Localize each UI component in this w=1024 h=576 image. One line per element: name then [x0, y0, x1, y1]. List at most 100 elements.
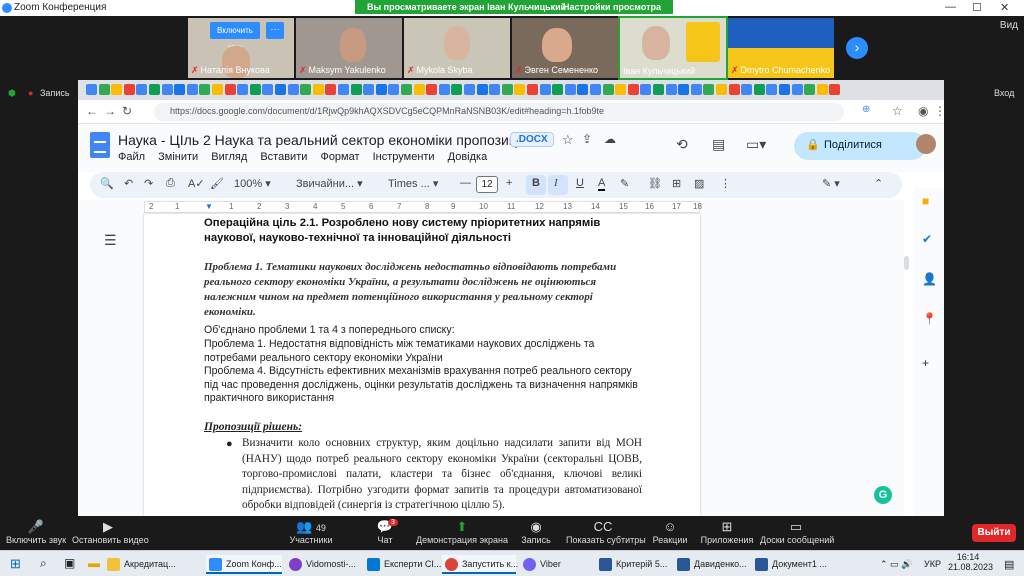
subtitles-button[interactable]: CC Показать субтитры: [566, 519, 646, 545]
browser-tab-icon[interactable]: [451, 84, 463, 95]
menu-help[interactable]: Довідка: [448, 151, 488, 163]
increase-font-icon[interactable]: +: [506, 177, 512, 189]
collapse-toolbar-icon[interactable]: ⌃: [874, 177, 883, 190]
browser-tab-icon[interactable]: [804, 84, 816, 95]
browser-tab-icon[interactable]: [249, 84, 261, 95]
browser-tab-icon[interactable]: [123, 84, 135, 95]
browser-tab-icon[interactable]: [275, 84, 286, 95]
image-icon[interactable]: ▨: [694, 177, 704, 190]
explorer-icon[interactable]: ▬: [88, 556, 100, 570]
browser-tab-icon[interactable]: [350, 84, 362, 95]
browser-tab-icon[interactable]: [426, 84, 438, 95]
tray-icons[interactable]: ⌃ ▭ 🔊: [880, 559, 912, 570]
taskbar-item-chrome[interactable]: Запустить к...: [442, 555, 518, 574]
windows-start-icon[interactable]: ⊞: [10, 556, 21, 572]
browser-tab-icon[interactable]: [262, 84, 274, 95]
record-button[interactable]: ◉ Запись: [516, 519, 556, 545]
browser-tab-icon[interactable]: [527, 84, 538, 95]
browser-tab-icon[interactable]: [816, 84, 828, 95]
keep-icon[interactable]: ■: [922, 194, 929, 208]
taskbar-item-zoom[interactable]: Zoom Конф...: [206, 555, 282, 574]
browser-tab-icon[interactable]: [627, 84, 639, 95]
forward-icon[interactable]: →: [104, 104, 116, 118]
participant-tile[interactable]: ✗ Dmytro Chumachenko: [728, 18, 834, 78]
browser-tab-icon[interactable]: [388, 84, 400, 95]
font-size-input[interactable]: 12: [476, 176, 498, 193]
search-taskbar-icon[interactable]: ⌕: [40, 556, 47, 571]
unmute-button[interactable]: 🎤 Включить звук: [6, 519, 66, 545]
share-button[interactable]: 🔒 Поділитися: [794, 132, 926, 160]
move-folder-icon[interactable]: ⇪: [582, 132, 592, 146]
font-select[interactable]: Times ... ▾: [388, 177, 438, 190]
browser-tab-icon[interactable]: [338, 84, 349, 95]
leave-button[interactable]: Выйти: [972, 524, 1016, 542]
italic-icon[interactable]: I: [554, 177, 558, 189]
taskbar-item[interactable]: Критерій 5...: [596, 555, 670, 574]
maps-icon[interactable]: 📍: [922, 312, 937, 326]
browser-tab-icon[interactable]: [199, 84, 211, 95]
document-title[interactable]: Наука - ЦІль 2 Наука та реальний сектор …: [118, 132, 536, 148]
participants-button[interactable]: 👥 49 Участники: [286, 519, 336, 545]
taskbar-item[interactable]: Акредитац...: [104, 555, 196, 574]
menu-format[interactable]: Формат: [320, 151, 359, 163]
underline-icon[interactable]: U: [576, 177, 584, 189]
stop-video-button[interactable]: ▶ Остановить видео: [72, 519, 149, 545]
participant-tile[interactable]: ✗ Maksym Yakulenko: [296, 18, 402, 78]
browser-tab-icon[interactable]: [602, 84, 614, 95]
unmute-request-button[interactable]: Включить звук: [210, 22, 260, 52]
browser-tab-icon[interactable]: [464, 84, 475, 95]
browser-tab-icon[interactable]: [728, 84, 740, 95]
zoom-select[interactable]: 100% ▾: [234, 177, 271, 190]
browser-tab-icon[interactable]: [149, 84, 160, 95]
scrollbar-thumb[interactable]: [904, 256, 909, 270]
browser-tab-icon[interactable]: [287, 84, 299, 95]
link-icon[interactable]: ⛓: [648, 177, 662, 190]
browser-tab-icon[interactable]: [690, 84, 702, 95]
more-icon[interactable]: ⋮: [720, 177, 731, 190]
language-indicator[interactable]: УКР: [924, 559, 941, 569]
maximize-icon[interactable]: ☐: [972, 1, 982, 14]
whiteboards-button[interactable]: ▭ Доски сообщений: [760, 519, 834, 545]
browser-tab-icon[interactable]: [552, 84, 564, 95]
editing-mode-icon[interactable]: ✎ ▾: [822, 177, 840, 190]
browser-tab-icon[interactable]: [753, 84, 765, 95]
highlight-icon[interactable]: ✎: [620, 177, 629, 190]
meet-icon[interactable]: ▭▾: [746, 136, 766, 153]
menu-file[interactable]: Файл: [118, 151, 145, 163]
exit-fullscreen-button[interactable]: Вход: [994, 88, 1014, 98]
bookmark-star-icon[interactable]: ☆: [892, 104, 903, 118]
task-view-icon[interactable]: ▣: [64, 556, 75, 570]
add-addon-icon[interactable]: +: [922, 356, 929, 370]
share-screen-button[interactable]: ⬆ Демонстрация экрана: [416, 519, 508, 545]
browser-tab-icon[interactable]: [539, 84, 551, 95]
browser-tab-icon[interactable]: [174, 84, 186, 95]
browser-tab-icon[interactable]: [703, 84, 715, 95]
text-color-icon[interactable]: A: [598, 177, 606, 191]
docs-logo-icon[interactable]: [90, 132, 110, 158]
browser-tab-icon[interactable]: [779, 84, 790, 95]
browser-tab-icon[interactable]: [224, 84, 236, 95]
browser-tab-icon[interactable]: [375, 84, 387, 95]
taskbar-item[interactable]: Документ1 ...: [752, 555, 828, 574]
browser-tab-icon[interactable]: [791, 84, 803, 95]
grammarly-icon[interactable]: G: [874, 486, 892, 504]
document-page[interactable]: Операційна ціль 2.1. Розроблено нову сис…: [144, 214, 700, 516]
browser-tab-icon[interactable]: [413, 84, 425, 95]
cloud-status-icon[interactable]: ☁: [604, 132, 616, 146]
next-page-button[interactable]: ›: [846, 37, 868, 59]
taskbar-item[interactable]: Експерти CI...: [364, 555, 441, 574]
browser-tab-icon[interactable]: [741, 84, 753, 95]
browser-tab-icon[interactable]: [615, 84, 627, 95]
menu-tools[interactable]: Інструменти: [373, 151, 435, 163]
browser-tab-icon[interactable]: [98, 84, 110, 95]
style-select[interactable]: Звичайни... ▾: [296, 177, 363, 190]
browser-tab-icon[interactable]: [590, 84, 601, 95]
bold-icon[interactable]: B: [532, 177, 540, 189]
history-icon[interactable]: ⟲: [676, 136, 688, 153]
browser-tab-icon[interactable]: [401, 84, 412, 95]
comment-add-icon[interactable]: ⊞: [672, 177, 681, 190]
reload-icon[interactable]: ↻: [122, 104, 132, 118]
browser-tab-icon[interactable]: [564, 84, 576, 95]
reactions-button[interactable]: ☺ Реакции: [650, 519, 690, 545]
taskbar-item[interactable]: Viber: [520, 555, 576, 574]
